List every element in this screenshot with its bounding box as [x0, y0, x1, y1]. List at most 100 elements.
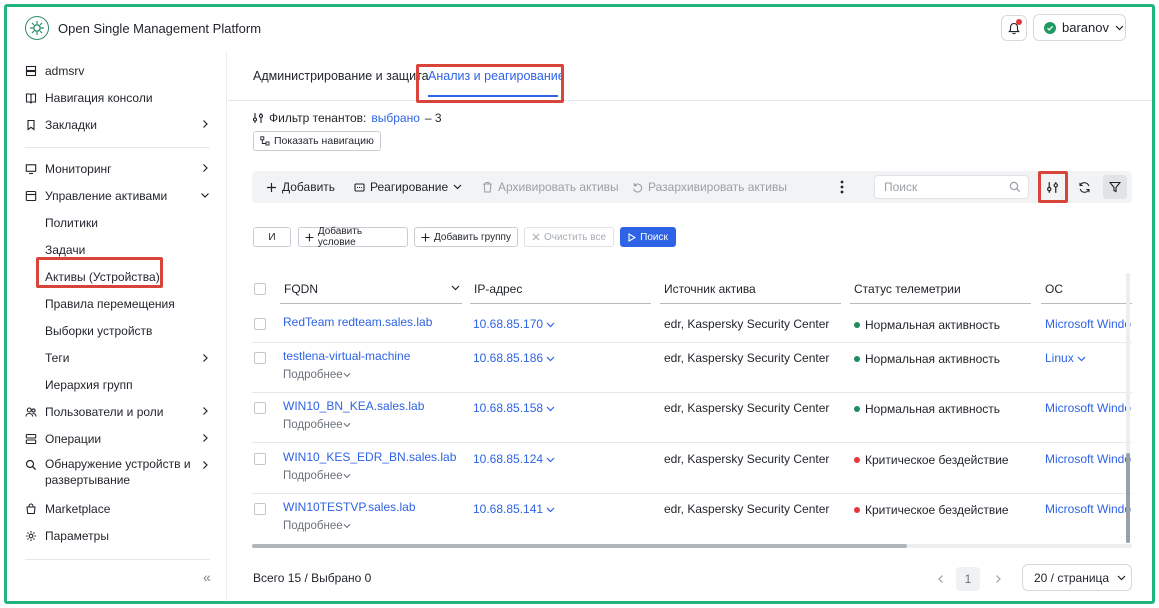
and-operator-button[interactable]: И [253, 227, 291, 247]
column-header-fqdn[interactable]: FQDN [284, 273, 460, 305]
operations-icon [25, 433, 37, 445]
filter-button[interactable] [1103, 175, 1127, 199]
row-checkbox[interactable] [254, 352, 266, 364]
column-header-ip[interactable]: IP-адрес [474, 273, 522, 305]
add-group-button[interactable]: Добавить группу [414, 227, 518, 247]
row-checkbox[interactable] [254, 503, 266, 515]
app-window: Open Single Management Platform baranov … [4, 4, 1155, 604]
chevron-down-icon [343, 473, 351, 479]
os-link[interactable]: Microsoft Windo [1045, 317, 1131, 331]
chevron-down-icon [343, 523, 351, 529]
sidebar-item-marketplace[interactable]: Marketplace [25, 499, 210, 519]
clear-all-button[interactable]: Очистить все [524, 227, 614, 247]
more-actions-button[interactable] [830, 175, 854, 199]
undo-icon [633, 182, 643, 193]
ip-value: 10.68.85.141 [473, 502, 544, 516]
os-link[interactable]: Microsoft Windo [1045, 502, 1131, 516]
chevron-down-icon [546, 457, 555, 463]
row-checkbox[interactable] [254, 402, 266, 414]
chevron-right-icon [203, 354, 208, 362]
ip-dropdown[interactable]: 10.68.85.124 [473, 452, 555, 466]
sidebar-item-operations[interactable]: Операции [25, 429, 210, 449]
collapse-sidebar-button[interactable]: « [203, 569, 211, 585]
row-divider [252, 342, 1132, 343]
status-label: Критическое бездействие [865, 453, 1009, 467]
status-dot [854, 507, 860, 513]
show-navigation-button[interactable]: Показать навигацию [253, 131, 381, 151]
os-dropdown[interactable]: Linux [1045, 351, 1086, 365]
sidebar-item-asset-management[interactable]: Управление активами [25, 186, 210, 206]
more-details-toggle[interactable]: Подробнее [283, 369, 351, 381]
search-placeholder: Поиск [884, 180, 918, 194]
next-page-button[interactable] [989, 567, 1007, 591]
sidebar-item-label: Операции [45, 432, 102, 446]
plus-icon [267, 182, 276, 192]
page-number-button[interactable]: 1 [956, 567, 980, 591]
ip-dropdown[interactable]: 10.68.85.170 [473, 317, 555, 331]
header-underline [280, 303, 462, 304]
row-checkbox[interactable] [254, 318, 266, 330]
chevron-right-icon [995, 575, 1001, 583]
header-underline [1041, 303, 1132, 304]
sidebar-item-settings[interactable]: Параметры [25, 526, 210, 546]
page-size-select[interactable]: 20 / страница [1022, 564, 1132, 591]
row-checkbox[interactable] [254, 453, 266, 465]
column-header-os[interactable]: ОС [1045, 273, 1063, 305]
refresh-button[interactable] [1072, 175, 1096, 199]
tenant-filter-link[interactable]: выбрано [371, 111, 420, 125]
ip-dropdown[interactable]: 10.68.85.158 [473, 401, 555, 415]
asset-source: edr, Kaspersky Security Center [664, 351, 830, 365]
unarchive-assets-button[interactable]: Разархивировать активы [632, 171, 787, 203]
sidebar-item-label: Закладки [45, 118, 97, 132]
response-button[interactable]: Реагирование [354, 171, 462, 203]
top-header: Open Single Management Platform baranov [7, 7, 1152, 51]
sidebar-sub-group-hierarchy[interactable]: Иерархия групп [45, 375, 133, 395]
select-all-checkbox[interactable] [254, 283, 266, 295]
ip-dropdown[interactable]: 10.68.85.186 [473, 351, 555, 365]
os-link[interactable]: Microsoft Windo [1045, 401, 1131, 415]
fqdn-link[interactable]: testlena-virtual-machine [283, 349, 410, 363]
search-input[interactable]: Поиск [874, 175, 1029, 199]
monitor-icon [25, 163, 37, 175]
sidebar-item-label: Пользователи и роли [45, 405, 164, 419]
fqdn-link[interactable]: WIN10TESTVP.sales.lab [283, 500, 416, 514]
sidebar-item-monitoring[interactable]: Мониторинг [25, 159, 210, 179]
archive-assets-button[interactable]: Архивировать активы [482, 171, 619, 203]
add-group-label: Добавить группу [434, 231, 511, 243]
marketplace-icon [25, 503, 37, 515]
more-details-toggle[interactable]: Подробнее [283, 419, 351, 431]
sidebar-item-discovery[interactable]: Обнаружение устройств и развертывание [25, 456, 210, 490]
sidebar-sub-move-rules[interactable]: Правила перемещения [45, 294, 175, 314]
sidebar-item-console-nav[interactable]: Навигация консоли [25, 88, 210, 108]
add-condition-label: Добавить условие [317, 226, 363, 248]
column-header-telemetry[interactable]: Статус телеметрии [854, 273, 961, 305]
user-menu-button[interactable]: baranov [1033, 14, 1126, 41]
column-header-source[interactable]: Источник актива [664, 273, 756, 305]
tab-administration[interactable]: Администрирование и защита [253, 69, 429, 83]
fqdn-link[interactable]: RedTeam redteam.sales.lab [283, 315, 432, 329]
add-button[interactable]: Добавить [266, 171, 335, 203]
more-details-toggle[interactable]: Подробнее [283, 520, 351, 532]
sidebar-sub-tags[interactable]: Теги [45, 348, 210, 368]
status-dot [854, 457, 860, 463]
sidebar-item-bookmarks[interactable]: Закладки [25, 115, 210, 135]
sidebar-sub-device-selections[interactable]: Выборки устройств [45, 321, 152, 341]
clear-all-label: Очистить все [543, 231, 607, 243]
vertical-scrollbar-thumb[interactable] [1126, 453, 1130, 543]
notification-dot [1016, 19, 1022, 25]
more-details-toggle[interactable]: Подробнее [283, 470, 351, 482]
tenant-filter-label: Фильтр тенантов: [269, 111, 367, 125]
chevron-down-icon [1115, 25, 1124, 30]
ip-dropdown[interactable]: 10.68.85.141 [473, 502, 555, 516]
fqdn-link[interactable]: WIN10_BN_KEA.sales.lab [283, 399, 424, 413]
run-search-button[interactable]: Поиск [620, 227, 676, 247]
fqdn-link[interactable]: WIN10_KES_EDR_BN.sales.lab [283, 450, 456, 464]
prev-page-button[interactable] [931, 567, 949, 591]
add-condition-button[interactable]: Добавить условие [298, 226, 408, 248]
horizontal-scrollbar-thumb[interactable] [252, 544, 907, 548]
sidebar-item-users-roles[interactable]: Пользователи и роли [25, 402, 210, 422]
sidebar-item-admsrv[interactable]: admsrv [25, 61, 210, 81]
sidebar-sub-policies[interactable]: Политики [45, 213, 98, 233]
notifications-button[interactable] [1001, 15, 1027, 41]
os-link[interactable]: Microsoft Windo [1045, 452, 1131, 466]
